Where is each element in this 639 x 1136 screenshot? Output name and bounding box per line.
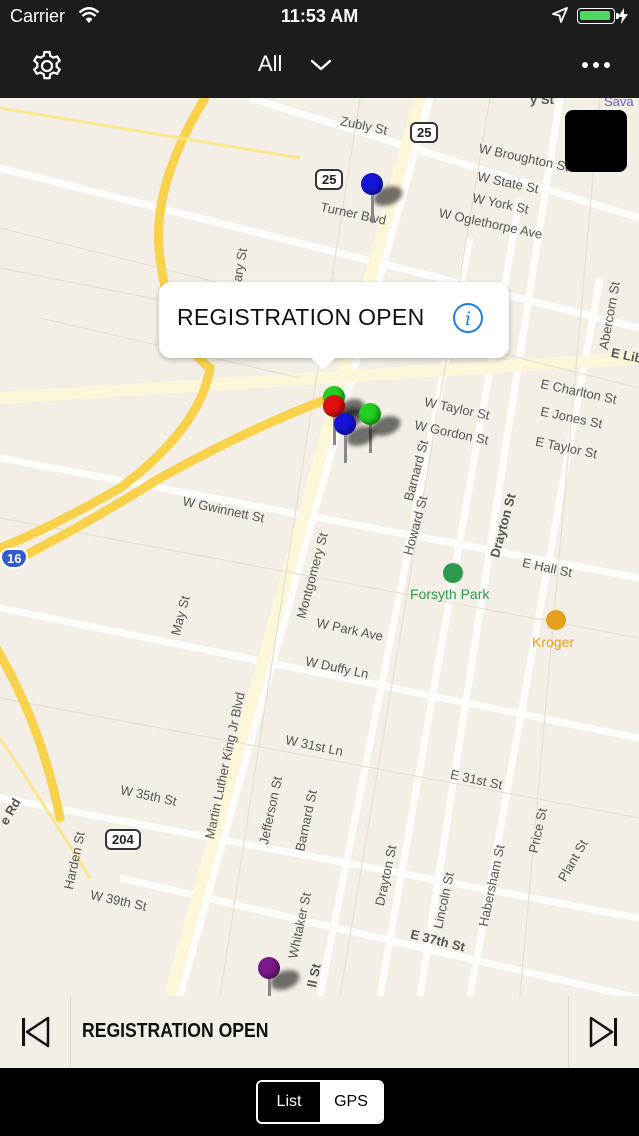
store-label: Kroger [532,634,575,650]
map-pin-blue[interactable] [334,413,379,465]
event-info-bar: REGISTRATION OPEN [0,996,639,1068]
store-icon [546,610,566,630]
map-view[interactable]: Zubly St W Broughton St W State St W Yor… [0,98,639,996]
location-arrow-icon [552,7,568,28]
skip-previous-icon [22,1016,50,1048]
pin-callout[interactable]: REGISTRATION OPEN i [159,282,509,370]
gps-segment[interactable]: GPS [320,1082,382,1122]
nav-bar: All [0,32,639,98]
event-title: REGISTRATION OPEN [82,1020,269,1042]
more-options-icon[interactable] [582,62,610,68]
status-bar: Carrier 11:53 AM [0,0,639,32]
chevron-down-icon [310,52,332,78]
previous-button[interactable] [0,996,71,1068]
settings-gear-icon[interactable] [30,49,64,83]
charging-bolt-icon [618,8,628,29]
view-mode-segmented-control: List GPS [256,1080,384,1124]
map-pin-purple[interactable] [258,957,303,996]
map-pin-blue[interactable] [361,173,406,225]
list-segment[interactable]: List [258,1082,320,1122]
route-shield: 25 [410,122,439,143]
info-icon[interactable]: i [453,303,483,333]
battery-icon [577,8,619,24]
filter-label: All [258,51,283,76]
map-overlay-button[interactable] [565,110,627,172]
next-button[interactable] [568,996,639,1068]
bottom-toolbar: List GPS [0,1068,639,1136]
park-icon [443,563,463,583]
filter-dropdown[interactable]: All [258,50,332,78]
status-time: 11:53 AM [280,6,359,26]
route-shield: 25 [315,169,344,190]
skip-next-icon [589,1016,617,1048]
route-shield: 204 [105,829,141,850]
callout-title: REGISTRATION OPEN [177,304,425,330]
park-label: Forsyth Park [410,586,490,602]
